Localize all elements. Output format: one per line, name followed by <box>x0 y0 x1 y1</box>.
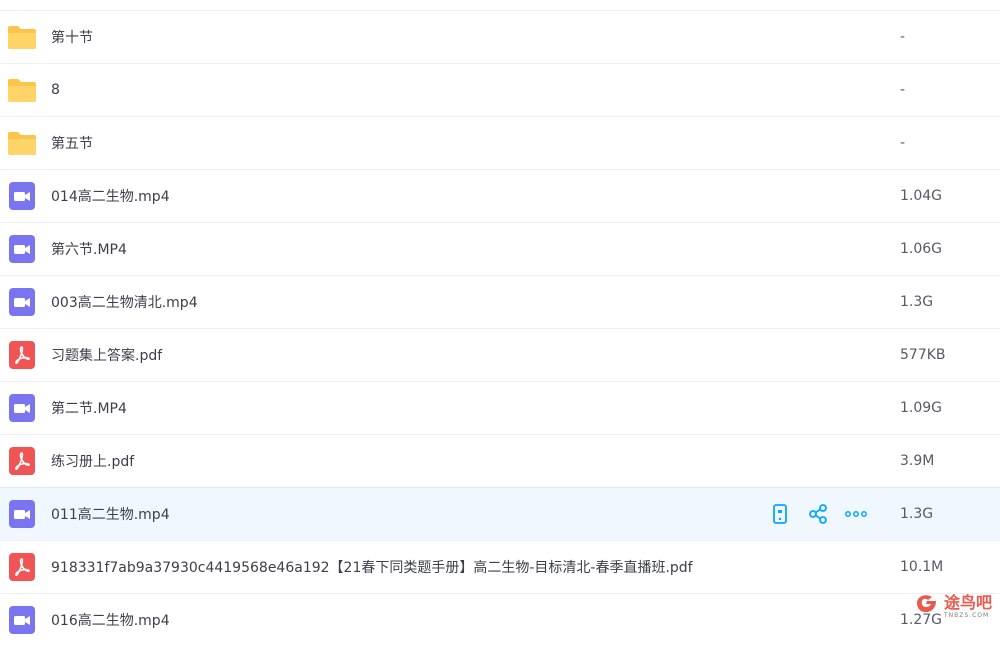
watermark-logo-icon <box>914 591 940 619</box>
file-row[interactable]: 第二节.MP4 1.09G <box>0 381 1000 434</box>
watermark-subtext: TNBZS.COM <box>943 612 990 619</box>
file-row[interactable]: 第六节.MP4 1.06G <box>0 222 1000 275</box>
file-row[interactable]: 练习册上.pdf 3.9M <box>0 434 1000 487</box>
file-name[interactable]: 014高二生物.mp4 <box>51 186 170 206</box>
file-size: 1.3G <box>900 506 934 522</box>
video-icon <box>7 234 37 264</box>
file-size: 3.9M <box>900 453 935 469</box>
file-row[interactable]: 011高二生物.mp4 1.3G <box>0 487 1000 540</box>
share-icon[interactable] <box>806 502 830 526</box>
file-size: 577KB <box>900 347 946 363</box>
file-name[interactable]: 016高二生物.mp4 <box>51 610 170 630</box>
folder-icon <box>7 128 37 158</box>
folder-row[interactable]: 8- <box>0 63 1000 116</box>
file-name[interactable]: 918331f7ab9a37930c4419568e46a192【21春下同类题… <box>51 557 693 577</box>
file-name[interactable]: 第五节 <box>51 133 93 153</box>
watermark-text: 途鸟吧 <box>943 593 992 612</box>
pdf-icon <box>7 446 37 476</box>
file-size: - <box>900 82 906 98</box>
file-name[interactable]: 第十节 <box>51 27 93 47</box>
file-row[interactable]: 014高二生物.mp4 1.04G <box>0 169 1000 222</box>
phone-icon[interactable] <box>768 502 792 526</box>
file-name[interactable]: 011高二生物.mp4 <box>51 504 170 524</box>
file-list: 第十节 -8- 第五节 -014高二生物.mp4 1.04G 第六节.MP4 1.06G 00… <box>0 10 1000 646</box>
more-icon[interactable] <box>844 502 868 526</box>
row-actions <box>768 502 868 526</box>
file-name[interactable]: 第二节.MP4 <box>51 398 127 418</box>
folder-icon <box>7 75 37 105</box>
file-size: 1.04G <box>900 188 943 204</box>
file-size: - <box>900 29 906 45</box>
file-name[interactable]: 练习册上.pdf <box>51 451 134 471</box>
folder-row[interactable]: 第十节 - <box>0 10 1000 63</box>
file-row[interactable]: 918331f7ab9a37930c4419568e46a192【21春下同类题… <box>0 540 1000 593</box>
file-size: 1.09G <box>900 400 943 416</box>
file-row[interactable]: 016高二生物.mp4 1.27G <box>0 593 1000 646</box>
file-size: - <box>900 135 906 151</box>
file-size: 10.1M <box>900 559 944 575</box>
video-icon <box>7 181 37 211</box>
video-icon <box>7 605 37 635</box>
file-name[interactable]: 8 <box>51 82 60 98</box>
watermark: 途鸟吧 TNBZS.COM <box>914 591 992 619</box>
video-icon <box>7 287 37 317</box>
video-icon <box>7 499 37 529</box>
video-icon <box>7 393 37 423</box>
file-name[interactable]: 003高二生物清北.mp4 <box>51 292 198 312</box>
folder-row[interactable]: 第五节 - <box>0 116 1000 169</box>
file-size: 1.06G <box>900 241 943 257</box>
file-row[interactable]: 习题集上答案.pdf 577KB <box>0 328 1000 381</box>
pdf-icon <box>7 552 37 582</box>
folder-icon <box>7 22 37 52</box>
pdf-icon <box>7 340 37 370</box>
file-size: 1.3G <box>900 294 934 310</box>
file-name[interactable]: 习题集上答案.pdf <box>51 345 162 365</box>
file-row[interactable]: 003高二生物清北.mp4 1.3G <box>0 275 1000 328</box>
file-name[interactable]: 第六节.MP4 <box>51 239 127 259</box>
